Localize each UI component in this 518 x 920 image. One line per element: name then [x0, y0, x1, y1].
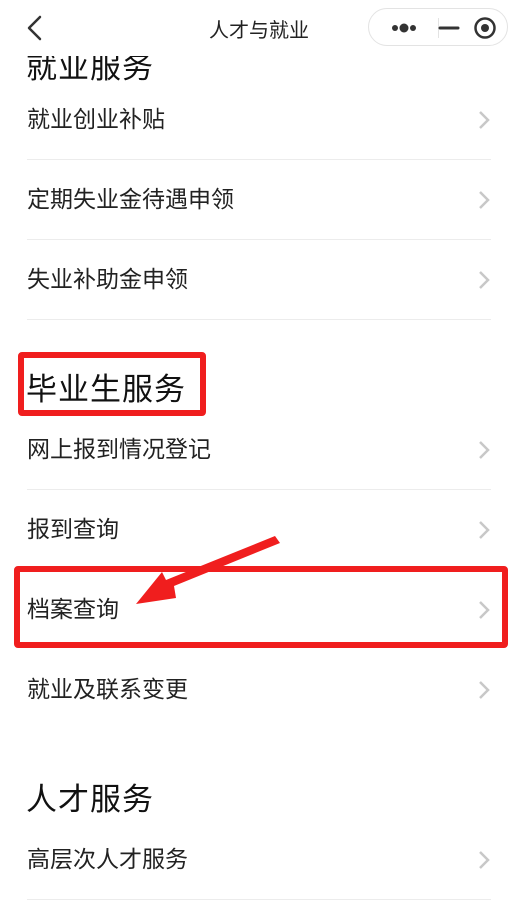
- divider: [27, 899, 491, 900]
- chevron-right-icon: [479, 271, 490, 289]
- list-item-unemployment-benefit[interactable]: 定期失业金待遇申领: [27, 160, 491, 240]
- chevron-right-icon: [479, 191, 490, 209]
- annotation-arrow-icon: [136, 536, 280, 604]
- list-item-label: 网上报到情况登记: [27, 437, 211, 463]
- minimize-icon[interactable]: [427, 17, 477, 39]
- chevron-right-icon: [479, 111, 490, 129]
- list-item-label: 报到查询: [27, 517, 119, 543]
- list-item-label: 失业补助金申领: [27, 267, 188, 293]
- close-target-icon[interactable]: [471, 15, 501, 41]
- list-item-high-level-talent[interactable]: 高层次人才服务: [27, 820, 491, 900]
- chevron-right-icon: [479, 851, 490, 869]
- list-item-online-registration[interactable]: 网上报到情况登记: [27, 410, 491, 490]
- more-dots-icon[interactable]: [381, 17, 431, 39]
- annotation-highlight-box: [18, 352, 206, 416]
- chevron-right-icon: [479, 441, 490, 459]
- list-item-employment-contact-change[interactable]: 就业及联系变更: [27, 650, 491, 730]
- list-item-label: 定期失业金待遇申领: [27, 187, 234, 213]
- list-item-label: 高层次人才服务: [27, 847, 188, 873]
- list-item-unemployment-allowance[interactable]: 失业补助金申领: [27, 240, 491, 320]
- mini-program-capsule: [368, 8, 508, 46]
- chevron-right-icon: [479, 681, 490, 699]
- chevron-right-icon: [479, 521, 490, 539]
- section-title-talent: 人才服务: [26, 782, 154, 818]
- divider: [27, 319, 491, 320]
- list-item-label: 就业及联系变更: [27, 677, 188, 703]
- nav-bar: 人才与就业: [0, 0, 518, 56]
- list-item-label: 就业创业补贴: [27, 107, 165, 133]
- list-item-employment-subsidy[interactable]: 就业创业补贴: [27, 80, 491, 160]
